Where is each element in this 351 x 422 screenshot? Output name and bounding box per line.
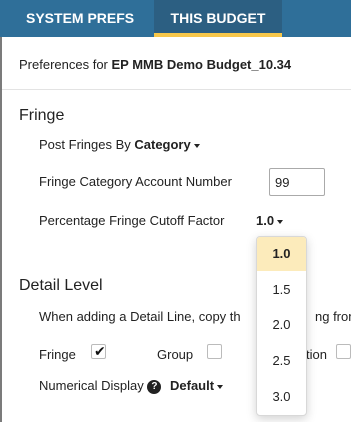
cutoff-factor-row: Percentage Fringe Cutoff Factor [39, 213, 224, 228]
preferences-for-text: Preferences for EP MMB Demo Budget_10.34 [19, 57, 291, 72]
fringe-section-title: Fringe [19, 107, 65, 124]
numerical-display-row: Numerical Display ? Default [39, 378, 224, 394]
budget-name: EP MMB Demo Budget_10.34 [111, 57, 292, 72]
checkbox-label-description: tion [306, 347, 327, 362]
numerical-display-label: Numerical Display [39, 378, 148, 393]
cutoff-option[interactable]: 2.0 [257, 308, 306, 342]
chevron-down-icon [277, 219, 284, 224]
group-checkbox[interactable] [207, 344, 222, 359]
cutoff-factor-value: 1.0 [256, 213, 275, 228]
numerical-display-dropdown[interactable]: Default [170, 378, 224, 393]
checkmark-icon: ✔ [94, 343, 106, 359]
tab-system-prefs[interactable]: SYSTEM PREFS [26, 0, 134, 37]
tab-this-budget[interactable]: THIS BUDGET [154, 0, 282, 37]
chevron-down-icon [217, 384, 224, 389]
detail-level-section-title: Detail Level [19, 277, 103, 294]
cutoff-option[interactable]: 1.5 [257, 273, 306, 307]
copy-settings-text-left: When adding a Detail Line, copy th [39, 309, 241, 324]
chevron-down-icon [193, 143, 200, 148]
post-fringes-by-value: Category [134, 137, 191, 152]
post-fringes-by-row: Post Fringes By Category [39, 137, 200, 152]
post-fringes-by-label: Post Fringes By [39, 137, 135, 152]
checkbox-label-group: Group [157, 347, 194, 362]
copy-settings-text-right: ng from [315, 309, 351, 324]
cutoff-factor-dropdown[interactable]: 1.0 [256, 213, 284, 228]
fringe-account-number-label: Fringe Category Account Number [39, 174, 232, 189]
cutoff-option[interactable]: 1.0 [257, 237, 306, 271]
cutoff-option[interactable]: 2.5 [257, 344, 306, 378]
numerical-display-value: Default [170, 378, 215, 393]
cutoff-factor-menu: 1.0 1.5 2.0 2.5 3.0 [256, 236, 307, 416]
description-checkbox[interactable] [336, 344, 351, 359]
preferences-for-label: Preferences for [19, 57, 112, 72]
post-fringes-by-dropdown[interactable]: Category [134, 137, 200, 152]
tab-bar: SYSTEM PREFS THIS BUDGET [0, 0, 351, 37]
cutoff-factor-label: Percentage Fringe Cutoff Factor [39, 213, 225, 228]
cutoff-option[interactable]: 3.0 [257, 380, 306, 414]
checkbox-label-fringe: Fringe [39, 347, 76, 362]
fringe-checkbox[interactable]: ✔ [91, 344, 106, 359]
help-icon[interactable]: ? [147, 379, 162, 394]
fringe-account-number-input[interactable] [269, 168, 325, 196]
preferences-header: Preferences for EP MMB Demo Budget_10.34 [2, 37, 351, 90]
